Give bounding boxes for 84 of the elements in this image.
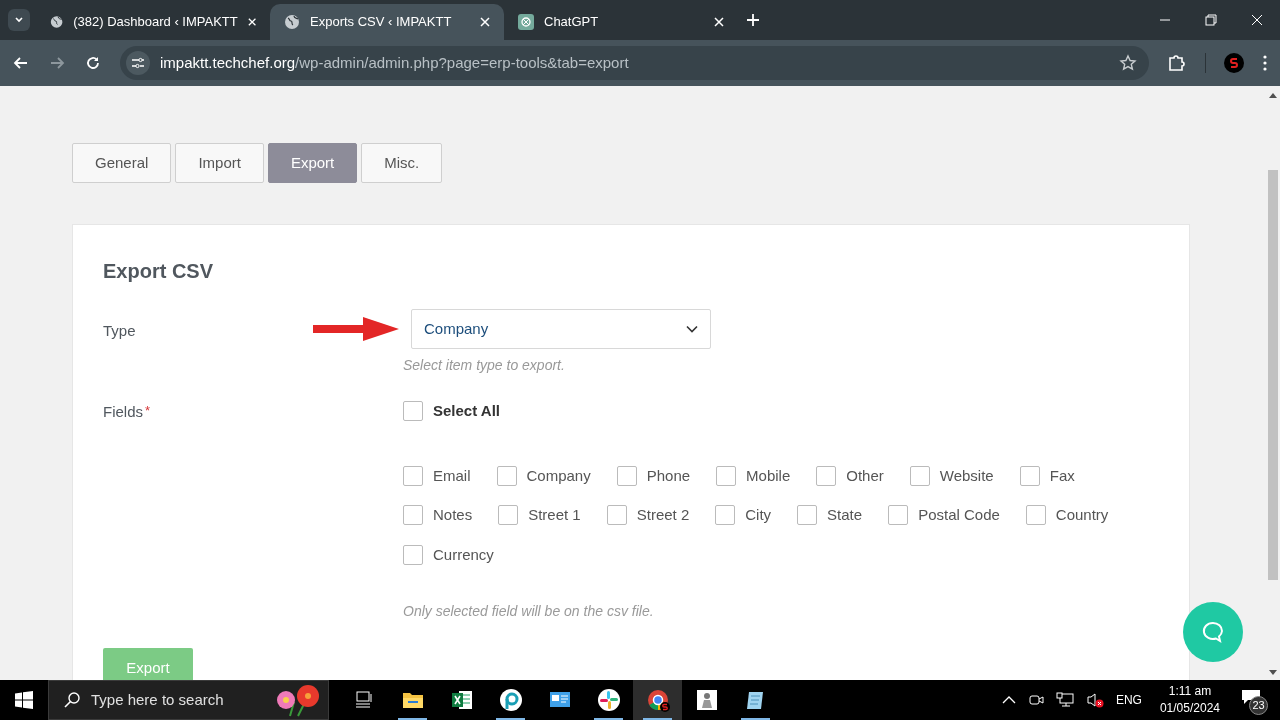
checkbox[interactable]	[403, 544, 423, 565]
chat-bubble-icon	[1201, 620, 1225, 644]
checkbox-label[interactable]: Email	[433, 464, 471, 487]
scroll-down-arrow-icon[interactable]	[1268, 670, 1277, 676]
scroll-up-arrow-icon[interactable]	[1268, 92, 1277, 98]
checkbox-label[interactable]: Company	[526, 464, 591, 487]
new-tab-icon[interactable]	[746, 13, 760, 27]
checkbox[interactable]	[498, 505, 519, 526]
chevron-down-icon	[14, 15, 24, 25]
knot-logo-icon	[518, 14, 534, 30]
speaker-muted-icon[interactable]	[1085, 692, 1104, 708]
ring-logo-icon	[498, 688, 523, 712]
url-text: impaktt.techchef.org/wp-admin/admin.php?page=erp-tools&tab=export	[160, 52, 629, 73]
spreadsheet-icon	[449, 688, 474, 712]
checkbox-label[interactable]: Mobile	[746, 464, 791, 487]
checkbox[interactable]	[816, 465, 837, 486]
checkbox-label[interactable]: Country	[1055, 504, 1109, 527]
checkbox[interactable]	[616, 465, 637, 486]
taskbar-app-button[interactable]	[633, 680, 682, 720]
reload-icon[interactable]	[84, 54, 102, 72]
star-icon[interactable]	[1119, 54, 1137, 72]
checkbox[interactable]	[797, 505, 818, 526]
browser-tab[interactable]: Exports CSV ‹ IMPAKTT	[270, 4, 504, 40]
network-icon[interactable]	[1055, 692, 1074, 708]
search-icon	[63, 691, 81, 709]
address-bar[interactable]: impaktt.techchef.org/wp-admin/admin.php?page=erp-tools&tab=export	[120, 46, 1149, 80]
required-asterisk: *	[145, 403, 151, 418]
chevron-up-icon[interactable]	[1001, 696, 1016, 704]
arrow-pointer-icon	[313, 316, 399, 342]
help-text: Select item type to export.	[403, 356, 566, 375]
checkbox[interactable]	[909, 465, 930, 486]
checkbox-label[interactable]: Postal Code	[918, 504, 1000, 527]
chevron-down-icon	[686, 325, 698, 333]
settings-tab[interactable]: Import	[175, 143, 264, 183]
pinwheel-logo-icon	[596, 688, 621, 712]
settings-tab[interactable]: General	[72, 143, 172, 183]
clock[interactable]: 1:11 am 01/05/2024	[1153, 683, 1226, 717]
checkbox-label[interactable]: Street 2	[636, 504, 690, 527]
checkbox-label[interactable]: State	[827, 504, 863, 527]
checkbox-label[interactable]: Phone	[646, 464, 691, 487]
checkbox-label[interactable]: Notes	[433, 504, 473, 527]
type-select[interactable]: Company	[411, 309, 711, 349]
puzzle-piece-icon[interactable]	[1167, 53, 1187, 73]
windows-logo-icon	[15, 691, 33, 709]
checkbox-label[interactable]: Fax	[1049, 464, 1075, 487]
tab-list-button[interactable]	[8, 9, 30, 31]
close-icon[interactable]	[480, 17, 490, 27]
taskbar-search-field[interactable]: Type here to search	[48, 680, 329, 720]
camera-icon[interactable]	[1027, 692, 1044, 708]
checkbox[interactable]	[716, 465, 737, 486]
checkbox-label[interactable]: Street 1	[528, 504, 581, 527]
fields-label: Fields	[103, 403, 143, 420]
browser-tab[interactable]: (382) Dashboard ‹ IMPAKTT	[36, 4, 270, 40]
checkbox[interactable]	[403, 505, 423, 526]
close-icon[interactable]	[714, 17, 724, 27]
notification-center-button[interactable]: 23	[1238, 685, 1268, 715]
checkbox[interactable]	[606, 505, 627, 526]
figure-thumbnail-icon	[694, 688, 719, 712]
checkbox[interactable]	[1019, 465, 1040, 486]
close-icon[interactable]	[247, 17, 256, 27]
checkbox[interactable]	[888, 505, 909, 526]
checkbox-label[interactable]: City	[745, 504, 772, 527]
language-indicator[interactable]: ENG	[1115, 691, 1142, 709]
checkbox[interactable]	[403, 401, 423, 422]
type-label: Type	[103, 322, 136, 339]
settings-tab[interactable]: Misc.	[361, 143, 443, 183]
browser-logo-icon	[645, 688, 670, 712]
notification-count: 23	[1249, 696, 1268, 715]
checkbox[interactable]	[403, 465, 423, 486]
globe-icon	[50, 14, 64, 30]
browser-tab[interactable]: ChatGPT	[504, 4, 738, 40]
site-settings-icon[interactable]	[126, 51, 150, 75]
checkbox-label[interactable]: Select All	[433, 400, 500, 423]
checkbox[interactable]	[1025, 505, 1046, 526]
more-menu-icon[interactable]	[1262, 54, 1268, 72]
globe-icon	[284, 14, 300, 30]
help-text: Only selected field will be on the csv file.	[403, 602, 655, 621]
checkbox-label[interactable]: Currency	[433, 543, 494, 566]
panel-title: Export CSV	[103, 259, 215, 284]
checkbox[interactable]	[715, 505, 736, 526]
profile-avatar-icon[interactable]	[1224, 53, 1244, 73]
checkbox-label[interactable]: Other	[846, 464, 884, 487]
checkbox-label[interactable]: Website	[939, 464, 994, 487]
checkbox[interactable]	[496, 465, 517, 486]
